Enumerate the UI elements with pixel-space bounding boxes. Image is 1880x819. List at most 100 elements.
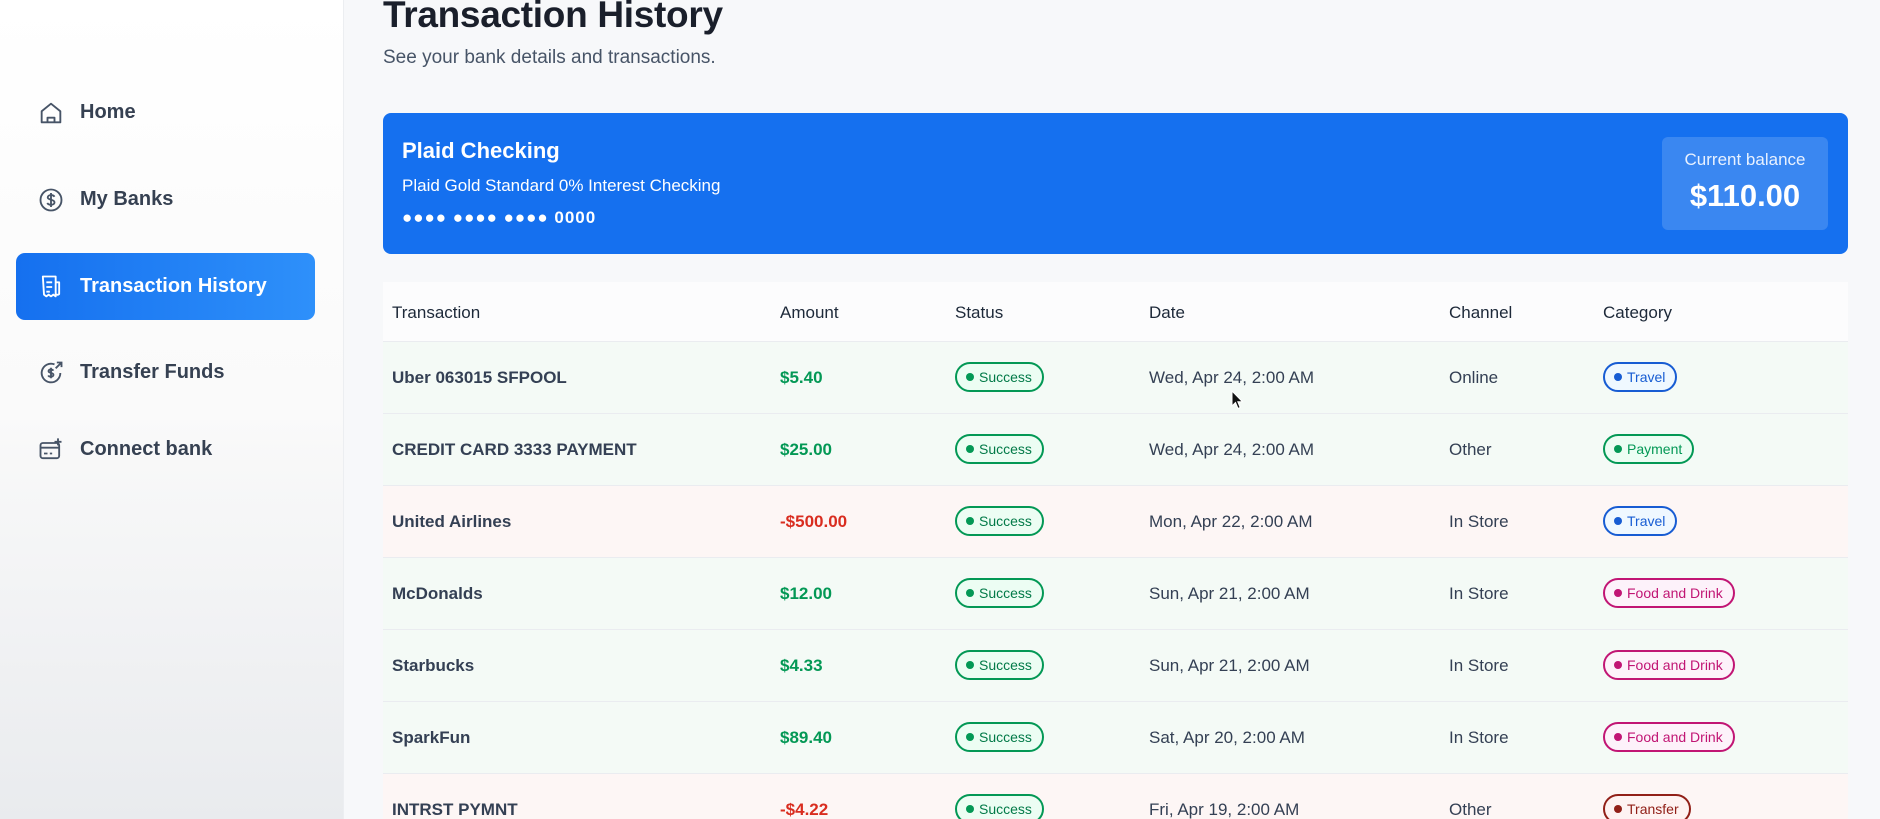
- sidebar-item-label: Home: [80, 101, 136, 123]
- status-dot-icon: [966, 805, 974, 813]
- category-badge: Food and Drink: [1603, 578, 1735, 608]
- table-body: Uber 063015 SFPOOL $5.40 Success Wed, Ap…: [383, 342, 1848, 819]
- category-dot-icon: [1614, 589, 1622, 597]
- page-subtitle: See your bank details and transactions.: [383, 47, 716, 68]
- transaction-date: Mon, Apr 22, 2:00 AM: [1149, 512, 1313, 531]
- status-label: Success: [979, 729, 1032, 745]
- sidebar-item-connect-bank[interactable]: Connect bank: [16, 416, 315, 483]
- transaction-channel: In Store: [1449, 584, 1509, 603]
- mouse-cursor-icon: [1231, 390, 1244, 410]
- status-dot-icon: [966, 661, 974, 669]
- table-row[interactable]: CREDIT CARD 3333 PAYMENT $25.00 Success …: [383, 414, 1848, 486]
- transaction-amount: $12.00: [780, 584, 832, 603]
- bank-info-card[interactable]: Plaid Checking Plaid Gold Standard 0% In…: [383, 113, 1848, 254]
- sidebar-item-transfer-funds[interactable]: Transfer Funds: [16, 339, 315, 406]
- category-label: Travel: [1627, 513, 1666, 529]
- status-badge: Success: [955, 578, 1044, 608]
- account-mask: ●●●● ●●●● ●●●● 0000: [402, 208, 597, 227]
- sidebar-item-label: Transfer Funds: [80, 361, 225, 383]
- status-label: Success: [979, 801, 1032, 817]
- transaction-date: Fri, Apr 19, 2:00 AM: [1149, 800, 1300, 819]
- transaction-channel: In Store: [1449, 728, 1509, 747]
- transfer-icon: [36, 358, 66, 388]
- status-label: Success: [979, 441, 1032, 457]
- transaction-date: Sun, Apr 21, 2:00 AM: [1149, 656, 1310, 675]
- status-badge: Success: [955, 650, 1044, 680]
- category-dot-icon: [1614, 517, 1622, 525]
- bank-official-name: Plaid Gold Standard 0% Interest Checking: [402, 176, 721, 195]
- sidebar-item-my-banks[interactable]: My Banks: [16, 166, 315, 233]
- home-icon: [36, 98, 66, 128]
- table-row[interactable]: SparkFun $89.40 Success Sat, Apr 20, 2:0…: [383, 702, 1848, 774]
- category-label: Food and Drink: [1627, 585, 1723, 601]
- sidebar-item-label: Connect bank: [80, 438, 213, 460]
- status-dot-icon: [966, 733, 974, 741]
- transaction-amount: $89.40: [780, 728, 832, 747]
- bank-name: Plaid Checking: [402, 138, 560, 163]
- column-header-category: Category: [1603, 303, 1672, 322]
- transaction-amount: -$500.00: [780, 512, 848, 531]
- category-dot-icon: [1614, 805, 1622, 813]
- receipt-icon: [36, 272, 66, 302]
- category-badge: Payment: [1603, 434, 1695, 464]
- category-label: Payment: [1627, 441, 1683, 457]
- sidebar-item-label: My Banks: [80, 188, 174, 210]
- category-badge: Travel: [1603, 506, 1678, 536]
- transaction-amount: $25.00: [780, 440, 832, 459]
- status-dot-icon: [966, 589, 974, 597]
- column-header-amount: Amount: [780, 303, 839, 322]
- transaction-amount: $5.40: [780, 368, 823, 387]
- transaction-date: Sat, Apr 20, 2:00 AM: [1149, 728, 1305, 747]
- transaction-name: Uber 063015 SFPOOL: [392, 368, 567, 387]
- category-label: Travel: [1627, 369, 1666, 385]
- main-content: Transaction History See your bank detail…: [344, 0, 1880, 819]
- category-label: Food and Drink: [1627, 657, 1723, 673]
- balance-value: $110.00: [1689, 178, 1801, 213]
- table-row[interactable]: United Airlines -$500.00 Success Mon, Ap…: [383, 486, 1848, 558]
- connect-bank-icon: [36, 435, 66, 465]
- transaction-amount: -$4.22: [780, 800, 829, 819]
- column-header-status: Status: [955, 303, 1004, 322]
- transaction-name: CREDIT CARD 3333 PAYMENT: [392, 440, 637, 459]
- status-badge: Success: [955, 506, 1044, 536]
- column-header-channel: Channel: [1449, 303, 1513, 322]
- status-label: Success: [979, 369, 1032, 385]
- category-badge: Transfer: [1603, 794, 1691, 819]
- sidebar-item-home[interactable]: Home: [16, 79, 315, 146]
- status-badge: Success: [955, 722, 1044, 752]
- transaction-amount: $4.33: [780, 656, 823, 675]
- transaction-name: SparkFun: [392, 728, 471, 747]
- category-label: Transfer: [1627, 801, 1679, 817]
- transaction-channel: In Store: [1449, 656, 1509, 675]
- status-label: Success: [979, 513, 1032, 529]
- transaction-channel: Online: [1449, 368, 1499, 387]
- sidebar-item-label: Transaction History: [80, 275, 267, 297]
- transaction-channel: Other: [1449, 440, 1492, 459]
- transaction-date: Wed, Apr 24, 2:00 AM: [1149, 368, 1315, 387]
- table-row[interactable]: Starbucks $4.33 Success Sun, Apr 21, 2:0…: [383, 630, 1848, 702]
- category-dot-icon: [1614, 373, 1622, 381]
- page-title: Transaction History: [383, 0, 723, 35]
- current-balance-box: Current balance $110.00: [1662, 137, 1828, 230]
- status-label: Success: [979, 657, 1032, 673]
- transaction-channel: In Store: [1449, 512, 1509, 531]
- sidebar-item-transaction-history[interactable]: Transaction History: [16, 253, 315, 320]
- status-dot-icon: [966, 373, 974, 381]
- table-row[interactable]: INTRST PYMNT -$4.22 Success Fri, Apr 19,…: [383, 774, 1848, 819]
- sidebar: Home My Banks Transaction History Transf…: [0, 0, 344, 819]
- transaction-name: United Airlines: [392, 512, 512, 531]
- status-badge: Success: [955, 794, 1044, 819]
- category-dot-icon: [1614, 445, 1622, 453]
- table-header: Transaction Amount Status Date Channel C…: [383, 282, 1848, 342]
- category-badge: Travel: [1603, 362, 1678, 392]
- category-dot-icon: [1614, 661, 1622, 669]
- table-row[interactable]: McDonalds $12.00 Success Sun, Apr 21, 2:…: [383, 558, 1848, 630]
- column-header-transaction: Transaction: [392, 303, 481, 322]
- transaction-name: INTRST PYMNT: [392, 800, 518, 819]
- status-badge: Success: [955, 362, 1044, 392]
- category-badge: Food and Drink: [1603, 650, 1735, 680]
- transactions-table: Transaction Amount Status Date Channel C…: [383, 282, 1848, 819]
- transaction-date: Sun, Apr 21, 2:00 AM: [1149, 584, 1310, 603]
- status-label: Success: [979, 585, 1032, 601]
- table-row[interactable]: Uber 063015 SFPOOL $5.40 Success Wed, Ap…: [383, 342, 1848, 414]
